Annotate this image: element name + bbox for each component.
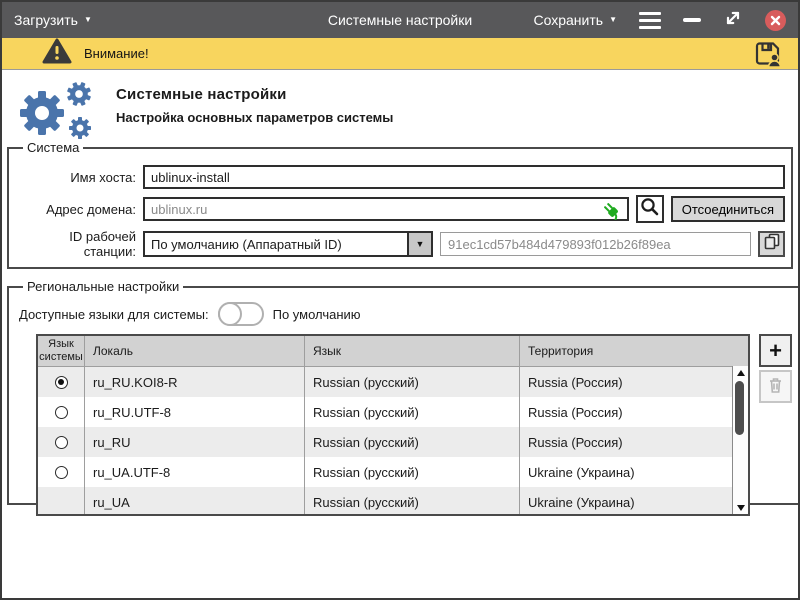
- system-language-cell: [38, 367, 85, 397]
- domain-label: Адрес домена:: [15, 202, 136, 217]
- chevron-down-icon: ▼: [407, 233, 431, 255]
- regional-legend: Региональные настройки: [23, 279, 183, 294]
- column-header-system-language: Язык системы: [38, 336, 85, 366]
- vertical-scrollbar[interactable]: [732, 366, 748, 514]
- delete-locale-button[interactable]: [759, 370, 792, 403]
- table-row[interactable]: ru_RU.KOI8-R Russian (русский) Russia (Р…: [38, 367, 748, 397]
- disconnect-button[interactable]: Отсоединиться: [671, 196, 785, 222]
- language-cell: Russian (русский): [305, 457, 520, 487]
- available-languages-label: Доступные языки для системы:: [19, 307, 209, 322]
- save-menu-button[interactable]: Сохранить ▼: [534, 12, 618, 28]
- warning-icon: [42, 38, 72, 69]
- territory-cell: Russia (Россия): [520, 397, 748, 427]
- territory-cell: Russia (Россия): [520, 427, 748, 457]
- column-header-language: Язык: [305, 336, 520, 366]
- maximize-icon[interactable]: [723, 8, 743, 33]
- scroll-up-icon[interactable]: [733, 366, 748, 379]
- domain-input[interactable]: ublinux.ru: [143, 197, 629, 221]
- close-icon[interactable]: [765, 10, 786, 31]
- chevron-down-icon: ▼: [84, 16, 92, 24]
- locale-cell: ru_RU.UTF-8: [85, 397, 305, 427]
- table-row[interactable]: ru_UA.UTF-8 Russian (русский) Ukraine (У…: [38, 457, 748, 487]
- toggle-value-label: По умолчанию: [273, 307, 361, 322]
- app-window: Загрузить ▼ Системные настройки Сохранит…: [0, 0, 800, 600]
- page-header: Системные настройки Настройка основных п…: [2, 70, 798, 138]
- gears-icon: [12, 80, 100, 145]
- titlebar: Загрузить ▼ Системные настройки Сохранит…: [2, 2, 798, 38]
- locale-cell: ru_UA.UTF-8: [85, 457, 305, 487]
- save-menu-label: Сохранить: [534, 12, 604, 28]
- table-row[interactable]: ru_RU Russian (русский) Russia (Россия): [38, 427, 748, 457]
- language-cell: Russian (русский): [305, 397, 520, 427]
- workstation-id-value-field[interactable]: 91ec1cd57b484d479893f012b26f89ea: [440, 232, 751, 256]
- toggle-knob: [218, 302, 242, 326]
- save-config-icon[interactable]: [754, 40, 782, 67]
- load-menu-button[interactable]: Загрузить ▼: [14, 12, 92, 28]
- system-section: Система Имя хоста: ublinux-install Адрес…: [7, 140, 793, 269]
- load-menu-label: Загрузить: [14, 12, 78, 28]
- chevron-down-icon: ▼: [609, 16, 617, 24]
- language-cell: Russian (русский): [305, 487, 520, 516]
- territory-cell: Ukraine (Украина): [520, 457, 748, 487]
- plus-icon: +: [769, 338, 782, 364]
- system-language-radio[interactable]: [55, 436, 68, 449]
- copy-icon: [764, 233, 780, 255]
- table-row[interactable]: ru_RU.UTF-8 Russian (русский) Russia (Ро…: [38, 397, 748, 427]
- scrollbar-thumb[interactable]: [735, 381, 744, 435]
- territory-cell: Ukraine (Украина): [520, 487, 748, 516]
- locale-cell: ru_UA: [85, 487, 305, 516]
- workstation-id-mode-select[interactable]: По умолчанию (Аппаратный ID) ▼: [143, 231, 433, 257]
- trash-icon: [767, 374, 784, 400]
- warning-bar: Внимание!: [2, 38, 798, 70]
- table-row[interactable]: ru_UA Russian (русский) Ukraine (Украина…: [38, 487, 748, 516]
- system-language-radio[interactable]: [55, 406, 68, 419]
- add-locale-button[interactable]: +: [759, 334, 792, 367]
- system-language-cell: [38, 427, 85, 457]
- locale-table: Язык системы Локаль Язык Территория ru_R…: [36, 334, 750, 516]
- column-header-territory: Территория: [520, 336, 748, 366]
- copy-button[interactable]: [758, 231, 785, 257]
- plug-icon: [604, 202, 622, 223]
- hostname-label: Имя хоста:: [15, 170, 136, 185]
- search-icon: [640, 197, 659, 221]
- page-title: Системные настройки: [116, 86, 393, 103]
- territory-cell: Russia (Россия): [520, 367, 748, 397]
- language-cell: Russian (русский): [305, 367, 520, 397]
- hostname-input[interactable]: ublinux-install: [143, 165, 785, 189]
- locale-cell: ru_RU.KOI8-R: [85, 367, 305, 397]
- locale-table-header: Язык системы Локаль Язык Территория: [38, 336, 748, 367]
- system-language-radio[interactable]: [55, 376, 68, 389]
- locale-table-body: ru_RU.KOI8-R Russian (русский) Russia (Р…: [38, 367, 748, 516]
- system-language-cell: [38, 457, 85, 487]
- language-cell: Russian (русский): [305, 427, 520, 457]
- search-button[interactable]: [636, 195, 664, 223]
- warning-text: Внимание!: [84, 46, 149, 61]
- column-header-locale: Локаль: [85, 336, 305, 366]
- scroll-down-icon[interactable]: [733, 501, 748, 514]
- regional-section: Региональные настройки Доступные языки д…: [7, 279, 800, 505]
- page-subtitle: Настройка основных параметров системы: [116, 110, 393, 125]
- system-legend: Система: [23, 140, 83, 155]
- workstation-id-label: ID рабочей станции:: [15, 229, 136, 259]
- system-language-radio[interactable]: [55, 466, 68, 479]
- system-language-cell: [38, 397, 85, 427]
- menu-icon[interactable]: [639, 12, 661, 29]
- languages-toggle[interactable]: [218, 302, 264, 326]
- minimize-icon[interactable]: [683, 18, 701, 22]
- locale-cell: ru_RU: [85, 427, 305, 457]
- system-language-cell: [38, 487, 85, 516]
